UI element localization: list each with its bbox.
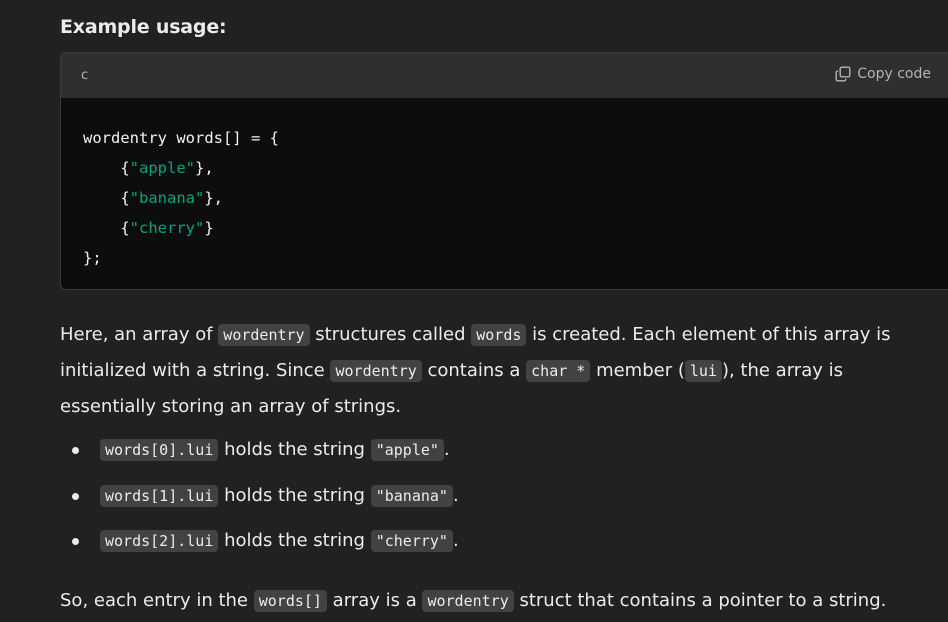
bullet-list: words[0].lui holds the string "apple". w…: [60, 432, 459, 569]
code-line: wordentry words[] = {: [83, 129, 279, 147]
copy-code-label: Copy code: [857, 66, 931, 82]
inline-code: words[1].lui: [100, 484, 219, 507]
list-item: words[0].lui holds the string "apple".: [60, 432, 459, 478]
inline-code: words[0].lui: [100, 439, 219, 461]
inline-code: "banana": [370, 484, 453, 507]
inline-code: "apple": [370, 439, 444, 461]
section-heading: Example usage:: [60, 16, 227, 38]
inline-code: words: [471, 324, 527, 346]
code-language-label: c: [81, 68, 89, 83]
inline-code: char *: [526, 360, 591, 382]
code-block-header: c Copy code: [61, 53, 948, 98]
code-line: {"cherry"}: [83, 219, 214, 237]
inline-code: wordentry: [422, 590, 514, 612]
code-line: };: [83, 249, 102, 267]
inline-code: words[]: [253, 590, 327, 612]
summary-paragraph: So, each entry in the words[] array is a…: [60, 590, 887, 612]
explanation-paragraph: Here, an array of wordentry structures c…: [60, 324, 891, 417]
inline-code: wordentry: [330, 360, 422, 382]
list-item: words[2].lui holds the string "cherry".: [60, 523, 459, 569]
copy-icon: [835, 66, 851, 82]
code-content[interactable]: wordentry words[] = { {"apple"}, {"banan…: [83, 123, 279, 273]
list-item: words[1].lui holds the string "banana".: [60, 478, 459, 524]
inline-code: words[2].lui: [100, 530, 219, 552]
string-literal: "banana": [129, 189, 205, 207]
inline-code: lui: [684, 360, 722, 382]
inline-code: wordentry: [218, 324, 310, 346]
copy-code-button[interactable]: Copy code: [835, 66, 931, 82]
string-literal: "cherry": [129, 219, 205, 237]
inline-code: "cherry": [370, 530, 453, 552]
code-block: c Copy code wordentry words[] = { {"appl…: [60, 52, 948, 290]
code-line: {"banana"},: [83, 189, 223, 207]
string-literal: "apple": [129, 159, 195, 177]
code-line: {"apple"},: [83, 159, 214, 177]
